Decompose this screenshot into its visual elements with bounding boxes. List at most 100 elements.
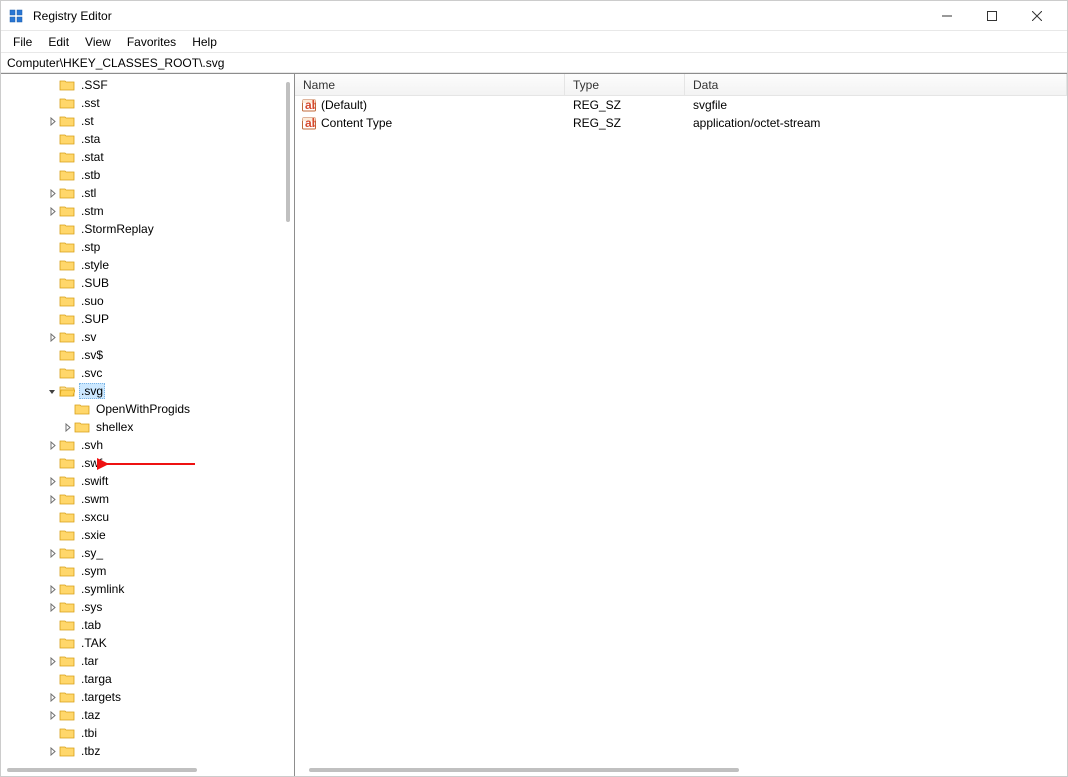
menu-edit[interactable]: Edit [40, 33, 77, 51]
tree-item[interactable]: .tab [1, 616, 294, 634]
tree-item-label: .sst [79, 96, 102, 110]
close-button[interactable] [1014, 1, 1059, 31]
tree-item[interactable]: .SUP [1, 310, 294, 328]
tree-item[interactable]: .targets [1, 688, 294, 706]
tree-item[interactable]: .SSF [1, 76, 294, 94]
chevron-right-icon[interactable] [46, 115, 58, 127]
tree-item-label: .tbz [79, 744, 102, 758]
tree-item-label: .stm [79, 204, 106, 218]
chevron-right-icon[interactable] [61, 421, 73, 433]
tree-item[interactable]: .svc [1, 364, 294, 382]
tree-item[interactable]: .tbi [1, 724, 294, 742]
tree-item[interactable]: .stl [1, 184, 294, 202]
column-header-type[interactable]: Type [565, 74, 685, 95]
tree-item[interactable]: OpenWithProgids [1, 400, 294, 418]
svg-text:ab: ab [305, 116, 316, 130]
tree-item[interactable]: .swf [1, 454, 294, 472]
tree-item[interactable]: .sxcu [1, 508, 294, 526]
tree-scroll[interactable]: .SSF .sst .st .sta .stat .stb .stl .stm … [1, 74, 294, 764]
tree-item[interactable]: .sv [1, 328, 294, 346]
maximize-button[interactable] [969, 1, 1014, 31]
tree-item-label: .tbi [79, 726, 99, 740]
tree-item-label: .stb [79, 168, 102, 182]
tree-item[interactable]: .sys [1, 598, 294, 616]
chevron-right-icon[interactable] [46, 493, 58, 505]
values-panel: Name Type Data ab (Default)REG_SZsvgfile… [295, 74, 1067, 776]
folder-icon [59, 258, 75, 272]
horizontal-scrollbar-tree[interactable] [7, 768, 197, 772]
tree-item[interactable]: .taz [1, 706, 294, 724]
horizontal-scrollbar-values[interactable] [309, 768, 739, 772]
tree-item[interactable]: shellex [1, 418, 294, 436]
chevron-right-icon[interactable] [46, 691, 58, 703]
tree-item[interactable]: .symlink [1, 580, 294, 598]
address-bar[interactable]: Computer\HKEY_CLASSES_ROOT\.svg [1, 53, 1067, 73]
tree-item[interactable]: .swm [1, 490, 294, 508]
value-row[interactable]: ab Content TypeREG_SZapplication/octet-s… [295, 114, 1067, 132]
tree-item[interactable]: .sst [1, 94, 294, 112]
chevron-right-icon[interactable] [46, 331, 58, 343]
chevron-right-icon[interactable] [46, 655, 58, 667]
value-name: (Default) [321, 98, 367, 112]
minimize-button[interactable] [924, 1, 969, 31]
tree-item[interactable]: .SUB [1, 274, 294, 292]
value-row[interactable]: ab (Default)REG_SZsvgfile [295, 96, 1067, 114]
chevron-right-icon[interactable] [46, 745, 58, 757]
tree-item-label: .StormReplay [79, 222, 156, 236]
folder-icon [59, 438, 75, 452]
tree-item[interactable]: .sy_ [1, 544, 294, 562]
folder-icon [59, 654, 75, 668]
tree-item[interactable]: .svh [1, 436, 294, 454]
folder-icon [59, 78, 75, 92]
values-header: Name Type Data [295, 74, 1067, 96]
tree-item[interactable]: .svg [1, 382, 294, 400]
value-type: REG_SZ [565, 116, 685, 130]
chevron-down-icon[interactable] [46, 385, 58, 397]
tree-item[interactable]: .stp [1, 238, 294, 256]
chevron-right-icon[interactable] [46, 547, 58, 559]
folder-icon [59, 690, 75, 704]
tree-item[interactable]: .targa [1, 670, 294, 688]
tree-item[interactable]: .sta [1, 130, 294, 148]
chevron-right-icon[interactable] [46, 583, 58, 595]
tree-item[interactable]: .swift [1, 472, 294, 490]
menu-favorites[interactable]: Favorites [119, 33, 184, 51]
tree-item[interactable]: .TAK [1, 634, 294, 652]
tree-item[interactable]: .sym [1, 562, 294, 580]
folder-icon [59, 294, 75, 308]
folder-open-icon [59, 384, 75, 398]
tree-item[interactable]: .sv$ [1, 346, 294, 364]
tree-item[interactable]: .st [1, 112, 294, 130]
value-name: Content Type [321, 116, 392, 130]
folder-icon [59, 276, 75, 290]
column-header-data[interactable]: Data [685, 74, 1067, 95]
chevron-right-icon[interactable] [46, 709, 58, 721]
tree-item[interactable]: .stat [1, 148, 294, 166]
menu-help[interactable]: Help [184, 33, 225, 51]
chevron-right-icon[interactable] [46, 205, 58, 217]
tree-item[interactable]: .style [1, 256, 294, 274]
chevron-right-icon[interactable] [46, 439, 58, 451]
tree-item-label: .svh [79, 438, 105, 452]
tree-item[interactable]: .suo [1, 292, 294, 310]
folder-icon [74, 420, 90, 434]
menu-view[interactable]: View [77, 33, 119, 51]
chevron-right-icon[interactable] [46, 187, 58, 199]
tree-item[interactable]: .tbz [1, 742, 294, 760]
tree-item[interactable]: .StormReplay [1, 220, 294, 238]
menu-file[interactable]: File [5, 33, 40, 51]
folder-icon [59, 114, 75, 128]
folder-icon [59, 366, 75, 380]
vertical-scrollbar-indicator[interactable] [286, 82, 290, 222]
tree-item[interactable]: .sxie [1, 526, 294, 544]
folder-icon [59, 708, 75, 722]
tree-item-label: .TAK [79, 636, 109, 650]
column-header-name[interactable]: Name [295, 74, 565, 95]
chevron-right-icon[interactable] [46, 601, 58, 613]
tree-item-label: .sxie [79, 528, 108, 542]
tree-item[interactable]: .stm [1, 202, 294, 220]
value-type: REG_SZ [565, 98, 685, 112]
tree-item[interactable]: .stb [1, 166, 294, 184]
tree-item[interactable]: .tar [1, 652, 294, 670]
chevron-right-icon[interactable] [46, 475, 58, 487]
